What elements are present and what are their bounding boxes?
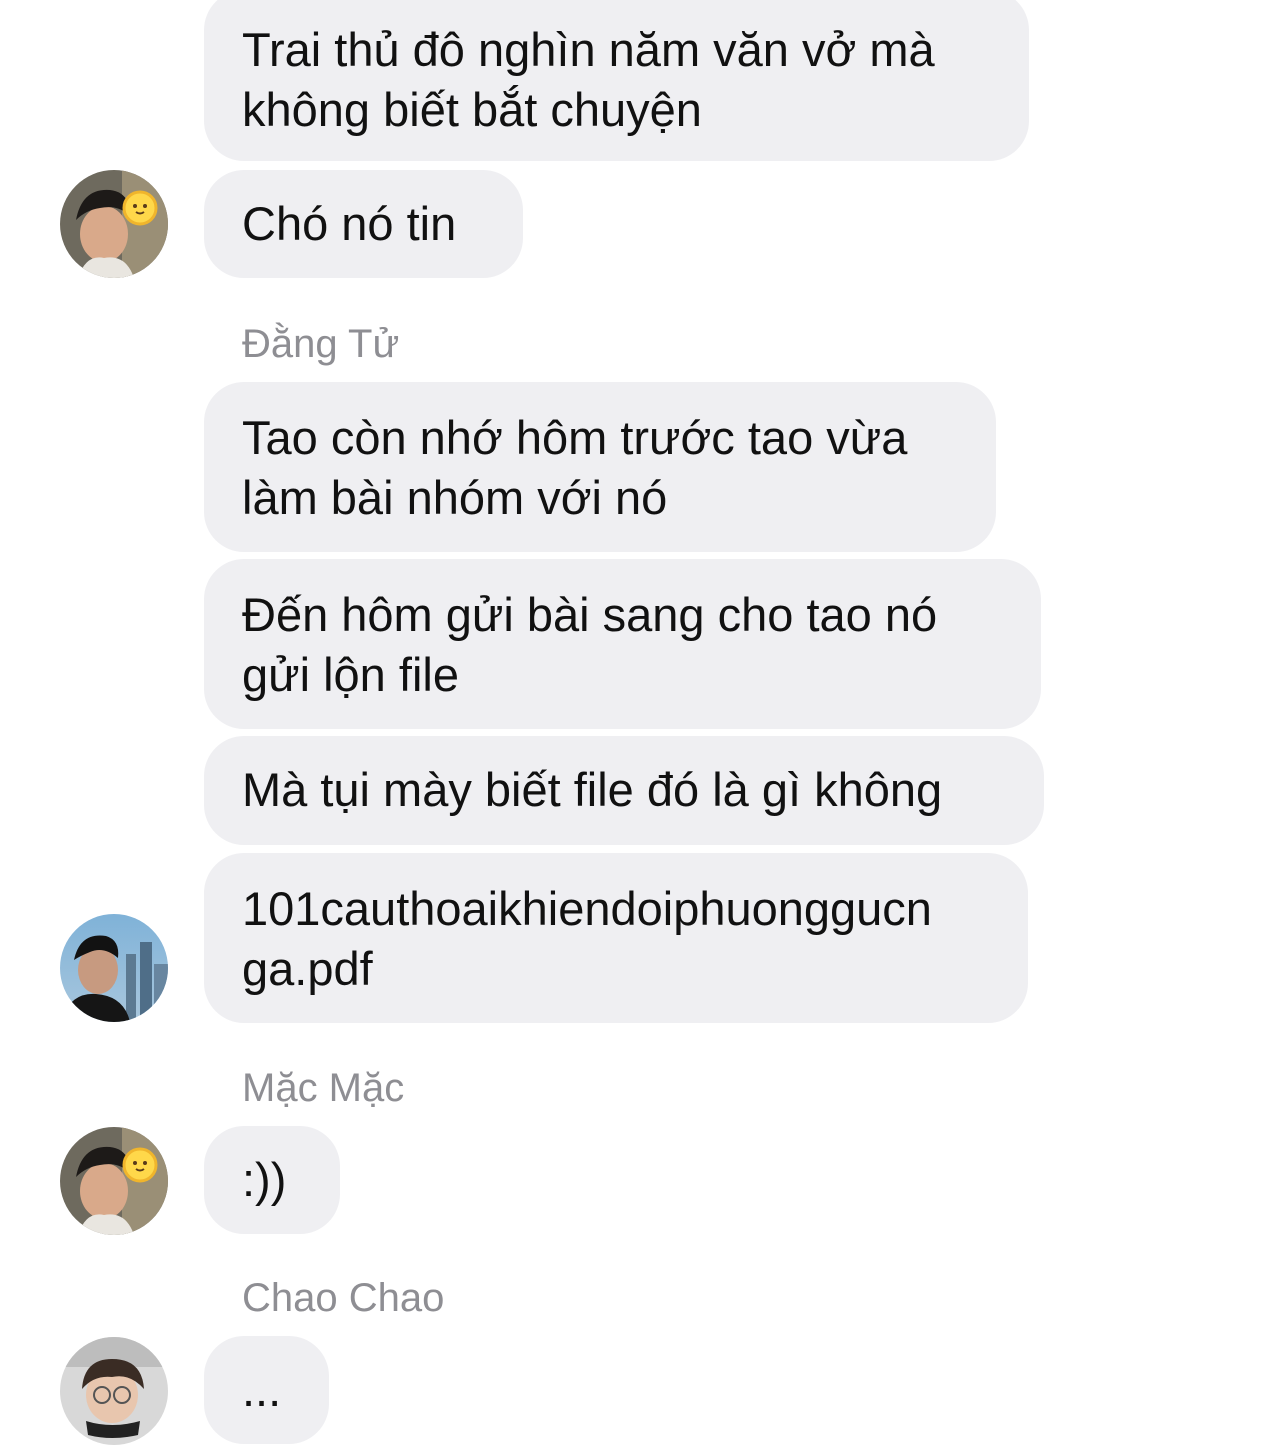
message-text: Chó nó tin bbox=[242, 197, 457, 250]
sender-avatar[interactable] bbox=[60, 170, 168, 278]
message-bubble[interactable]: ... bbox=[204, 1336, 329, 1444]
message-text: Trai thủ đô nghìn năm văn vở mà bbox=[242, 23, 935, 76]
message-text: ... bbox=[242, 1363, 282, 1416]
message-text: ga.pdf bbox=[242, 942, 373, 995]
message-text: 101cauthoaikhiendoiphuonggucn bbox=[242, 882, 932, 935]
avatar-photo-icon bbox=[60, 914, 168, 1022]
chat-screen: { "messages": [ { "lines": ["Trai thủ đô… bbox=[0, 0, 1278, 1456]
message-bubble[interactable]: :)) bbox=[204, 1126, 340, 1234]
sender-avatar[interactable] bbox=[60, 914, 168, 1022]
message-text: Mà tụi mày biết file đó là gì không bbox=[242, 763, 943, 816]
message-bubble[interactable]: Đến hôm gửi bài sang cho tao nó gửi lộn … bbox=[204, 559, 1041, 729]
sender-name: Chao Chao bbox=[242, 1276, 445, 1320]
sender-name: Đằng Tử bbox=[242, 322, 400, 366]
message-text: không biết bắt chuyện bbox=[242, 83, 702, 136]
avatar-photo-icon bbox=[60, 1127, 168, 1235]
message-bubble[interactable]: Tao còn nhớ hôm trước tao vừa làm bài nh… bbox=[204, 382, 996, 552]
message-bubble[interactable]: Chó nó tin bbox=[204, 170, 523, 278]
message-bubble[interactable]: Mà tụi mày biết file đó là gì không bbox=[204, 736, 1044, 845]
message-text: :)) bbox=[242, 1153, 287, 1206]
message-bubble[interactable]: 101cauthoaikhiendoiphuonggucn ga.pdf bbox=[204, 853, 1028, 1023]
message-text: Tao còn nhớ hôm trước tao vừa bbox=[242, 411, 908, 464]
sender-avatar[interactable] bbox=[60, 1337, 168, 1445]
avatar-photo-icon bbox=[60, 1337, 168, 1445]
message-bubble[interactable]: Trai thủ đô nghìn năm văn vở mà không bi… bbox=[204, 0, 1029, 161]
avatar-photo-icon bbox=[60, 170, 168, 278]
sender-name: Mặc Mặc bbox=[242, 1066, 405, 1110]
sender-avatar[interactable] bbox=[60, 1127, 168, 1235]
message-text: gửi lộn file bbox=[242, 648, 459, 701]
message-text: làm bài nhóm với nó bbox=[242, 471, 668, 524]
message-text: Đến hôm gửi bài sang cho tao nó bbox=[242, 588, 938, 641]
